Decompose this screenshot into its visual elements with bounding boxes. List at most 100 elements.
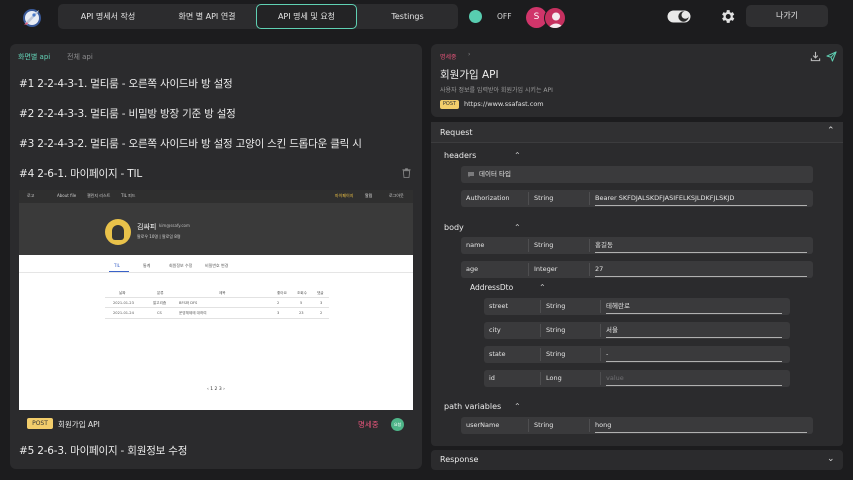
preview-cell: 23 bbox=[299, 311, 304, 315]
gear-icon[interactable] bbox=[719, 8, 736, 25]
preview-profile-email: kim@ssafy.com bbox=[159, 223, 190, 228]
chevron-up-icon[interactable]: ⌃ bbox=[827, 126, 835, 136]
preview-row-divider bbox=[105, 297, 329, 298]
screen-item-title[interactable]: #5 2-6-3. 마이페이지 - 회원정보 수정 bbox=[19, 443, 187, 458]
tab-all-api[interactable]: 전체 api bbox=[67, 52, 93, 62]
preview-row-divider bbox=[105, 307, 329, 308]
user-icon bbox=[548, 12, 564, 28]
address-row[interactable]: id Long value bbox=[484, 370, 790, 387]
preview-th: 조회수 bbox=[297, 291, 307, 295]
headers-label: headers bbox=[444, 151, 477, 160]
row-type: String bbox=[546, 350, 566, 358]
request-header[interactable]: Request ⌃ bbox=[431, 122, 843, 143]
preview-tab: TIL bbox=[114, 263, 120, 268]
preview-pagination: ‹ 1 2 3 › bbox=[207, 387, 225, 392]
send-icon[interactable] bbox=[826, 51, 837, 62]
logout-button[interactable]: 나가기 bbox=[746, 5, 828, 27]
sync-toggle[interactable] bbox=[469, 10, 482, 23]
preview-profile-name: 김싸피 bbox=[137, 223, 157, 231]
screen-item-title[interactable]: #3 2-2-4-3-2. 멀티룸 - 오른쪽 사이드바 방 설정 고양이 스킨… bbox=[19, 136, 362, 151]
preview-tab: 비밀번호 변경 bbox=[205, 263, 229, 268]
body-row[interactable]: name String 홍길동 bbox=[461, 237, 813, 254]
row-type: Integer bbox=[534, 265, 558, 273]
address-row[interactable]: state String - bbox=[484, 346, 790, 363]
preview-th: 날짜 bbox=[119, 291, 126, 295]
preview-tab: 회원정보 수정 bbox=[169, 263, 193, 268]
preview-cell: 2021-01-24 bbox=[113, 311, 134, 315]
screen-item-title[interactable]: #1 2-2-4-3-1. 멀티룸 - 오른쪽 사이드바 방 설정 bbox=[19, 76, 233, 91]
preview-cell: 5 bbox=[300, 301, 303, 305]
preview-nav-right: 알림 bbox=[365, 193, 373, 198]
preview-cell: BFS와 DFS bbox=[179, 301, 198, 305]
user-avatar[interactable] bbox=[544, 7, 566, 29]
method-badge: POST bbox=[440, 100, 459, 109]
address-row[interactable]: city String 서울 bbox=[484, 322, 790, 339]
row-type: String bbox=[546, 302, 566, 310]
download-icon[interactable] bbox=[810, 51, 821, 62]
chevron-down-icon[interactable]: ⌄ bbox=[827, 454, 835, 464]
header-type-chip[interactable]: 데이터 타입 bbox=[461, 166, 813, 183]
api-detail-header: 명세중 › 회원가입 API 사용자 정보를 입력받아 회원가입 시키는 API… bbox=[431, 44, 843, 117]
preview-th: 제목 bbox=[219, 291, 226, 295]
method-badge: POST bbox=[27, 418, 53, 429]
preview-tab: 통계 bbox=[143, 263, 151, 268]
preview-profile-hero: 김싸피 kim@ssafy.com 팔로우 10명 | 팔로잉 8명 bbox=[19, 203, 413, 255]
preview-nav-right: 로그아웃 bbox=[389, 193, 404, 198]
sync-toggle-label: OFF bbox=[497, 12, 512, 21]
screen-preview-image[interactable]: 로고 About file 챌린지 리스트 TIL 피드 마이페이지 알림 로그… bbox=[19, 190, 413, 410]
chevron-up-icon[interactable]: ⌃ bbox=[514, 223, 521, 232]
row-type: Long bbox=[546, 374, 562, 382]
trash-icon[interactable] bbox=[402, 168, 411, 178]
preview-th: 분류 bbox=[157, 291, 164, 295]
preview-cell: 알고리즘 bbox=[153, 301, 167, 305]
preview-logo: 로고 bbox=[27, 193, 35, 198]
tab-testings[interactable]: Testings bbox=[357, 4, 458, 29]
preview-nav-link: 챌린지 리스트 bbox=[87, 193, 111, 198]
preview-cell: 운영체제에 대하여 bbox=[179, 311, 207, 315]
chevron-up-icon[interactable]: ⌃ bbox=[539, 283, 546, 292]
tab-screen-api[interactable]: 화면별 api bbox=[18, 52, 50, 62]
main-nav-tabs: API 명세서 작성 화면 별 API 연결 API 명세 및 요청 Testi… bbox=[58, 4, 458, 29]
screen-item-title[interactable]: #4 2-6-1. 마이페이지 - TIL bbox=[19, 166, 142, 181]
api-status-label: 명세중 bbox=[440, 54, 457, 61]
header-row[interactable]: Authorization String Bearer SKFDJALSKDFJ… bbox=[461, 190, 813, 207]
response-title: Response bbox=[440, 455, 479, 464]
row-key: id bbox=[489, 374, 495, 382]
request-panel: Request ⌃ headers ⌃ 데이터 타입 Authorization… bbox=[431, 122, 843, 446]
preview-nav-right: 마이페이지 bbox=[335, 193, 354, 198]
tab-api-spec-write[interactable]: API 명세서 작성 bbox=[58, 4, 158, 29]
header-type-label: 데이터 타입 bbox=[479, 170, 511, 178]
request-status-badge[interactable]: 요청 bbox=[391, 418, 404, 431]
chevron-up-icon[interactable]: ⌃ bbox=[514, 402, 521, 411]
chevron-up-icon[interactable]: ⌃ bbox=[514, 151, 521, 160]
preview-nav-link: About file bbox=[57, 193, 77, 198]
body-label: body bbox=[444, 223, 464, 232]
linked-api-name[interactable]: 회원가입 API bbox=[58, 419, 100, 430]
address-dto-label: AddressDto bbox=[470, 283, 514, 292]
theme-toggle-icon[interactable] bbox=[667, 9, 691, 24]
address-row[interactable]: street String 테헤란로 bbox=[484, 298, 790, 315]
path-variable-row[interactable]: userName String hong bbox=[461, 417, 813, 434]
linked-api-status: 명세중 bbox=[358, 420, 379, 429]
preview-navbar: 로고 About file 챌린지 리스트 TIL 피드 마이페이지 알림 로그… bbox=[19, 190, 413, 203]
preview-cell: 3 bbox=[277, 311, 280, 315]
preview-cell: 2 bbox=[320, 311, 323, 315]
preview-avatar bbox=[105, 219, 131, 245]
row-type: String bbox=[534, 421, 554, 429]
row-key: Authorization bbox=[466, 194, 510, 202]
path-variables-label: path variables bbox=[444, 402, 502, 411]
screen-item-title[interactable]: #2 2-2-4-3-3. 멀티룸 - 비밀방 방장 기준 방 설정 bbox=[19, 106, 236, 121]
tab-screen-api-link[interactable]: 화면 별 API 연결 bbox=[158, 4, 256, 29]
preview-profile-stats: 팔로우 10명 | 팔로잉 8명 bbox=[137, 234, 181, 239]
screen-api-list-panel: 화면별 api 전체 api #1 2-2-4-3-1. 멀티룸 - 오른쪽 사… bbox=[10, 44, 422, 469]
row-key: name bbox=[466, 241, 485, 249]
rocket-logo-icon[interactable] bbox=[20, 6, 44, 28]
preview-row-divider bbox=[105, 318, 329, 319]
preview-divider bbox=[19, 272, 413, 273]
response-panel[interactable]: Response ⌄ bbox=[431, 450, 843, 470]
body-row[interactable]: age Integer 27 bbox=[461, 261, 813, 278]
tab-api-spec-request[interactable]: API 명세 및 요청 bbox=[256, 4, 357, 29]
preview-cell: 2021-01-23 bbox=[113, 301, 134, 305]
api-url: https://www.ssafast.com bbox=[464, 100, 544, 108]
row-key: street bbox=[489, 302, 509, 310]
